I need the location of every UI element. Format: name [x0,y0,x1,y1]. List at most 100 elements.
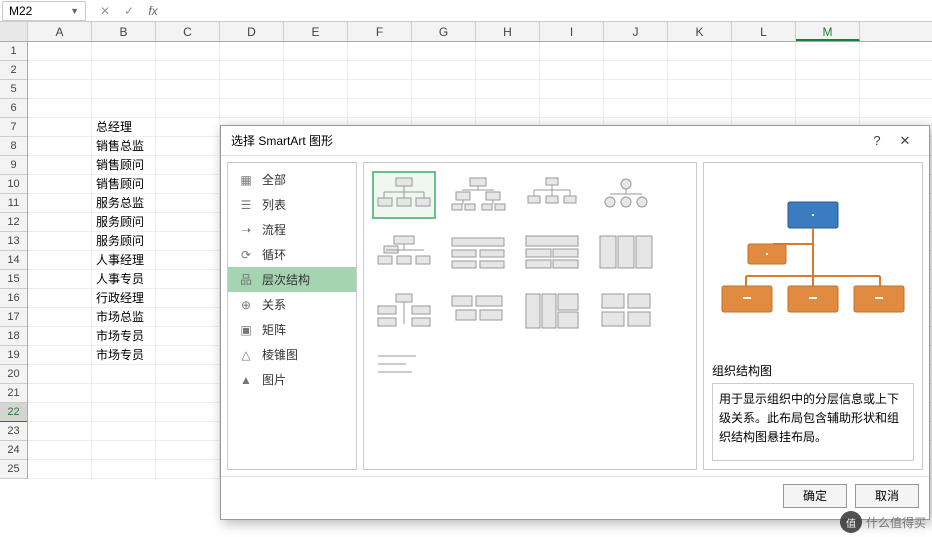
cell[interactable]: 行政经理 [92,289,156,307]
row-header[interactable]: 23 [0,422,27,441]
category-item[interactable]: ☰列表 [228,192,356,217]
cell[interactable] [156,422,220,440]
cell[interactable] [156,232,220,250]
column-header[interactable]: M [796,22,860,41]
cell[interactable] [732,80,796,98]
name-box[interactable]: ▼ [2,1,86,21]
cell[interactable] [28,365,92,383]
cell[interactable] [28,384,92,402]
row-header[interactable]: 25 [0,460,27,479]
cell[interactable] [156,251,220,269]
row-header[interactable]: 5 [0,80,27,99]
cell[interactable] [92,422,156,440]
cell[interactable] [28,80,92,98]
category-item[interactable]: ▣矩阵 [228,317,356,342]
layout-thumbnail[interactable] [446,229,510,277]
cell[interactable] [28,137,92,155]
cell[interactable] [28,99,92,117]
column-header[interactable]: I [540,22,604,41]
layout-thumbnail[interactable] [520,171,584,219]
cell[interactable] [156,346,220,364]
row-header[interactable]: 17 [0,308,27,327]
cell[interactable] [220,61,284,79]
layout-thumbnail[interactable] [520,287,584,335]
row-header[interactable]: 11 [0,194,27,213]
row-header[interactable]: 6 [0,99,27,118]
close-icon[interactable]: ✕ [891,133,919,149]
row-header[interactable]: 10 [0,175,27,194]
cell[interactable] [348,99,412,117]
cell[interactable] [28,61,92,79]
cell[interactable]: 市场总监 [92,308,156,326]
row-header[interactable]: 14 [0,251,27,270]
cell[interactable] [92,61,156,79]
enter-icon[interactable]: ✓ [122,4,136,18]
cell[interactable] [156,175,220,193]
cell[interactable] [540,61,604,79]
cell[interactable]: 人事经理 [92,251,156,269]
cell[interactable] [732,61,796,79]
cell[interactable] [28,175,92,193]
row-header[interactable]: 2 [0,61,27,80]
cell[interactable] [540,80,604,98]
column-header[interactable]: K [668,22,732,41]
cell[interactable] [156,118,220,136]
cell[interactable] [28,232,92,250]
cell[interactable]: 总经理 [92,118,156,136]
cell[interactable] [92,80,156,98]
cell[interactable] [668,61,732,79]
cell[interactable] [220,80,284,98]
cell[interactable] [28,270,92,288]
cell[interactable] [156,289,220,307]
cancel-icon[interactable]: ✕ [98,4,112,18]
cell[interactable] [732,42,796,60]
cell[interactable] [156,308,220,326]
category-item[interactable]: ▲图片 [228,367,356,392]
ok-button[interactable]: 确定 [783,484,847,508]
formula-input[interactable] [170,1,932,21]
column-header[interactable]: B [92,22,156,41]
cell[interactable] [92,384,156,402]
row-header[interactable]: 9 [0,156,27,175]
dialog-titlebar[interactable]: 选择 SmartArt 图形 ? ✕ [221,126,929,156]
cell[interactable] [220,42,284,60]
row-header[interactable]: 15 [0,270,27,289]
cell[interactable] [604,80,668,98]
cell[interactable] [604,61,668,79]
layout-thumbnail[interactable] [446,171,510,219]
cell[interactable] [156,213,220,231]
column-header[interactable]: D [220,22,284,41]
cell[interactable]: 销售总监 [92,137,156,155]
cell[interactable] [668,99,732,117]
cell[interactable] [92,99,156,117]
cell[interactable] [156,194,220,212]
cell[interactable] [156,156,220,174]
layout-thumbnail[interactable] [594,287,658,335]
row-header[interactable]: 13 [0,232,27,251]
cell[interactable] [156,327,220,345]
row-header[interactable]: 20 [0,365,27,384]
cell[interactable] [348,80,412,98]
row-header[interactable]: 1 [0,42,27,61]
cell[interactable] [604,99,668,117]
row-header[interactable]: 12 [0,213,27,232]
select-all-corner[interactable] [0,22,28,41]
cell[interactable] [412,61,476,79]
cell[interactable] [348,42,412,60]
category-item[interactable]: ⟳循环 [228,242,356,267]
cell[interactable] [28,118,92,136]
category-item[interactable]: ▦全部 [228,167,356,192]
row-header[interactable]: 22 [0,403,27,422]
cell[interactable] [156,99,220,117]
category-item[interactable]: ➝流程 [228,217,356,242]
cell[interactable] [156,137,220,155]
cell[interactable]: 服务顾问 [92,232,156,250]
cell[interactable] [156,441,220,459]
cell[interactable] [412,42,476,60]
cell[interactable]: 服务总监 [92,194,156,212]
cell[interactable] [348,61,412,79]
cell[interactable] [540,42,604,60]
cell[interactable]: 销售顾问 [92,156,156,174]
cancel-button[interactable]: 取消 [855,484,919,508]
help-icon[interactable]: ? [863,133,891,148]
